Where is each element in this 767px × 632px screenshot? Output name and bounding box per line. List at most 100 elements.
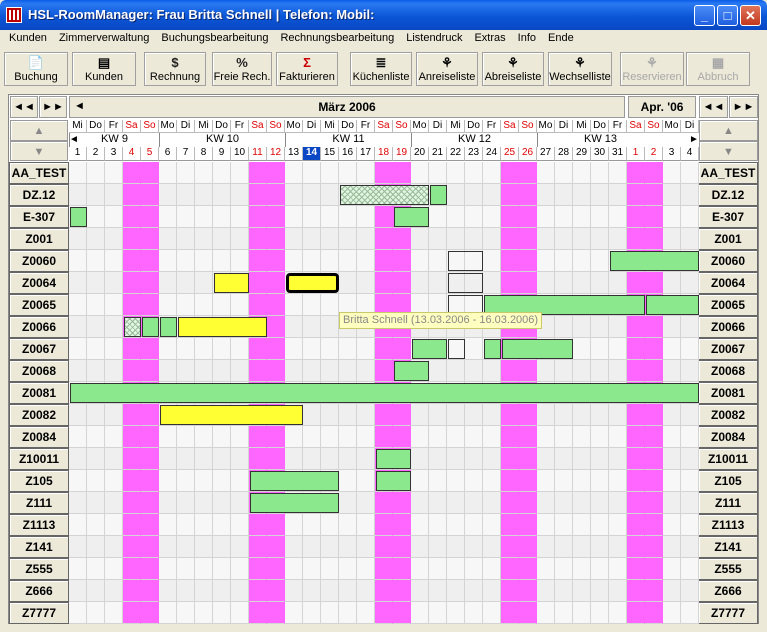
grid-cell[interactable] xyxy=(69,404,87,426)
grid-cell[interactable] xyxy=(465,162,483,184)
grid-cell[interactable] xyxy=(213,602,231,624)
grid-cell[interactable] xyxy=(159,184,177,206)
next-fast-button-right[interactable]: ►► xyxy=(729,96,758,118)
grid-cell[interactable] xyxy=(339,470,357,492)
grid-cell[interactable] xyxy=(357,536,375,558)
grid-cell[interactable] xyxy=(177,294,195,316)
grid-cell[interactable] xyxy=(627,272,645,294)
grid-cell[interactable] xyxy=(591,470,609,492)
grid-cell[interactable] xyxy=(645,184,663,206)
grid-cell[interactable] xyxy=(537,602,555,624)
grid-cell[interactable] xyxy=(627,602,645,624)
grid-cell[interactable] xyxy=(627,316,645,338)
grid-cell[interactable] xyxy=(123,338,141,360)
grid-cell[interactable] xyxy=(375,514,393,536)
grid-cell[interactable] xyxy=(213,514,231,536)
grid-cell[interactable] xyxy=(537,250,555,272)
grid-cell[interactable] xyxy=(285,294,303,316)
room-label-right[interactable]: Z7777 xyxy=(698,602,758,624)
grid-cell[interactable] xyxy=(429,536,447,558)
grid-cell[interactable] xyxy=(591,558,609,580)
grid-cell[interactable] xyxy=(465,184,483,206)
grid-cell[interactable] xyxy=(663,338,681,360)
grid-cell[interactable] xyxy=(159,558,177,580)
grid-cell[interactable] xyxy=(681,316,699,338)
grid-cell[interactable] xyxy=(105,404,123,426)
grid-cell[interactable] xyxy=(231,338,249,360)
grid-cell[interactable] xyxy=(465,492,483,514)
grid-cell[interactable] xyxy=(663,492,681,514)
day-number-header[interactable]: 31 xyxy=(609,147,627,161)
grid-cell[interactable] xyxy=(249,448,267,470)
grid-cell[interactable] xyxy=(411,492,429,514)
grid-cell[interactable] xyxy=(249,558,267,580)
grid-cell[interactable] xyxy=(339,338,357,360)
grid-cell[interactable] xyxy=(339,536,357,558)
grid-cell[interactable] xyxy=(267,272,285,294)
grid-cell[interactable] xyxy=(87,426,105,448)
grid-cell[interactable] xyxy=(627,558,645,580)
day-number-header[interactable]: 16 xyxy=(339,147,357,161)
grid-cell[interactable] xyxy=(555,404,573,426)
grid-cell[interactable] xyxy=(447,360,465,382)
room-label-right[interactable]: Z10011 xyxy=(698,448,758,470)
grid-cell[interactable] xyxy=(87,492,105,514)
grid-cell[interactable] xyxy=(249,426,267,448)
grid-cell[interactable] xyxy=(123,470,141,492)
grid-cell[interactable] xyxy=(105,426,123,448)
grid-cell[interactable] xyxy=(105,316,123,338)
grid-cell[interactable] xyxy=(321,536,339,558)
grid-cell[interactable] xyxy=(303,338,321,360)
grid-cell[interactable] xyxy=(177,558,195,580)
grid-cell[interactable] xyxy=(681,580,699,602)
grid-cell[interactable] xyxy=(159,470,177,492)
grid-cell[interactable] xyxy=(177,272,195,294)
grid-cell[interactable] xyxy=(195,250,213,272)
grid-cell[interactable] xyxy=(645,228,663,250)
grid-cell[interactable] xyxy=(447,228,465,250)
grid-cell[interactable] xyxy=(87,602,105,624)
grid-cell[interactable] xyxy=(663,162,681,184)
grid-cell[interactable] xyxy=(195,448,213,470)
grid-cell[interactable] xyxy=(681,448,699,470)
grid-cell[interactable] xyxy=(87,228,105,250)
grid-cell[interactable] xyxy=(141,514,159,536)
grid-cell[interactable] xyxy=(69,558,87,580)
grid-cell[interactable] xyxy=(627,580,645,602)
grid-cell[interactable] xyxy=(213,426,231,448)
grid-cell[interactable] xyxy=(573,360,591,382)
grid-cell[interactable] xyxy=(267,184,285,206)
grid-cell[interactable] xyxy=(501,492,519,514)
room-label[interactable]: Z111 xyxy=(9,492,69,514)
grid-cell[interactable] xyxy=(591,316,609,338)
room-label-right[interactable]: Z1113 xyxy=(698,514,758,536)
grid-cell[interactable] xyxy=(213,228,231,250)
grid-cell[interactable] xyxy=(339,228,357,250)
room-label[interactable]: DZ.12 xyxy=(9,184,69,206)
grid-cell[interactable] xyxy=(177,338,195,360)
grid-cell[interactable] xyxy=(501,448,519,470)
grid-cell[interactable] xyxy=(375,536,393,558)
grid-cell[interactable] xyxy=(519,536,537,558)
grid-cell[interactable] xyxy=(465,426,483,448)
grid-cell[interactable] xyxy=(627,426,645,448)
grid-cell[interactable] xyxy=(375,250,393,272)
room-label[interactable]: Z105 xyxy=(9,470,69,492)
grid-cell[interactable] xyxy=(105,470,123,492)
grid-cell[interactable] xyxy=(609,514,627,536)
grid-cell[interactable] xyxy=(87,404,105,426)
grid-cell[interactable] xyxy=(303,426,321,448)
room-label[interactable]: E-307 xyxy=(9,206,69,228)
booking-block[interactable] xyxy=(70,207,87,227)
room-label-right[interactable]: Z105 xyxy=(698,470,758,492)
rechnung-button[interactable]: $ Rechnung xyxy=(144,52,206,86)
grid-cell[interactable] xyxy=(645,206,663,228)
grid-cell[interactable] xyxy=(123,404,141,426)
grid-cell[interactable] xyxy=(447,404,465,426)
menu-rechnungsbearbeitung[interactable]: Rechnungsbearbeitung xyxy=(274,30,400,48)
grid-cell[interactable] xyxy=(195,184,213,206)
booking-block[interactable] xyxy=(160,317,177,337)
scroll-up-button-right[interactable]: ▲ xyxy=(699,120,758,141)
grid-cell[interactable] xyxy=(357,470,375,492)
grid-cell[interactable] xyxy=(645,272,663,294)
